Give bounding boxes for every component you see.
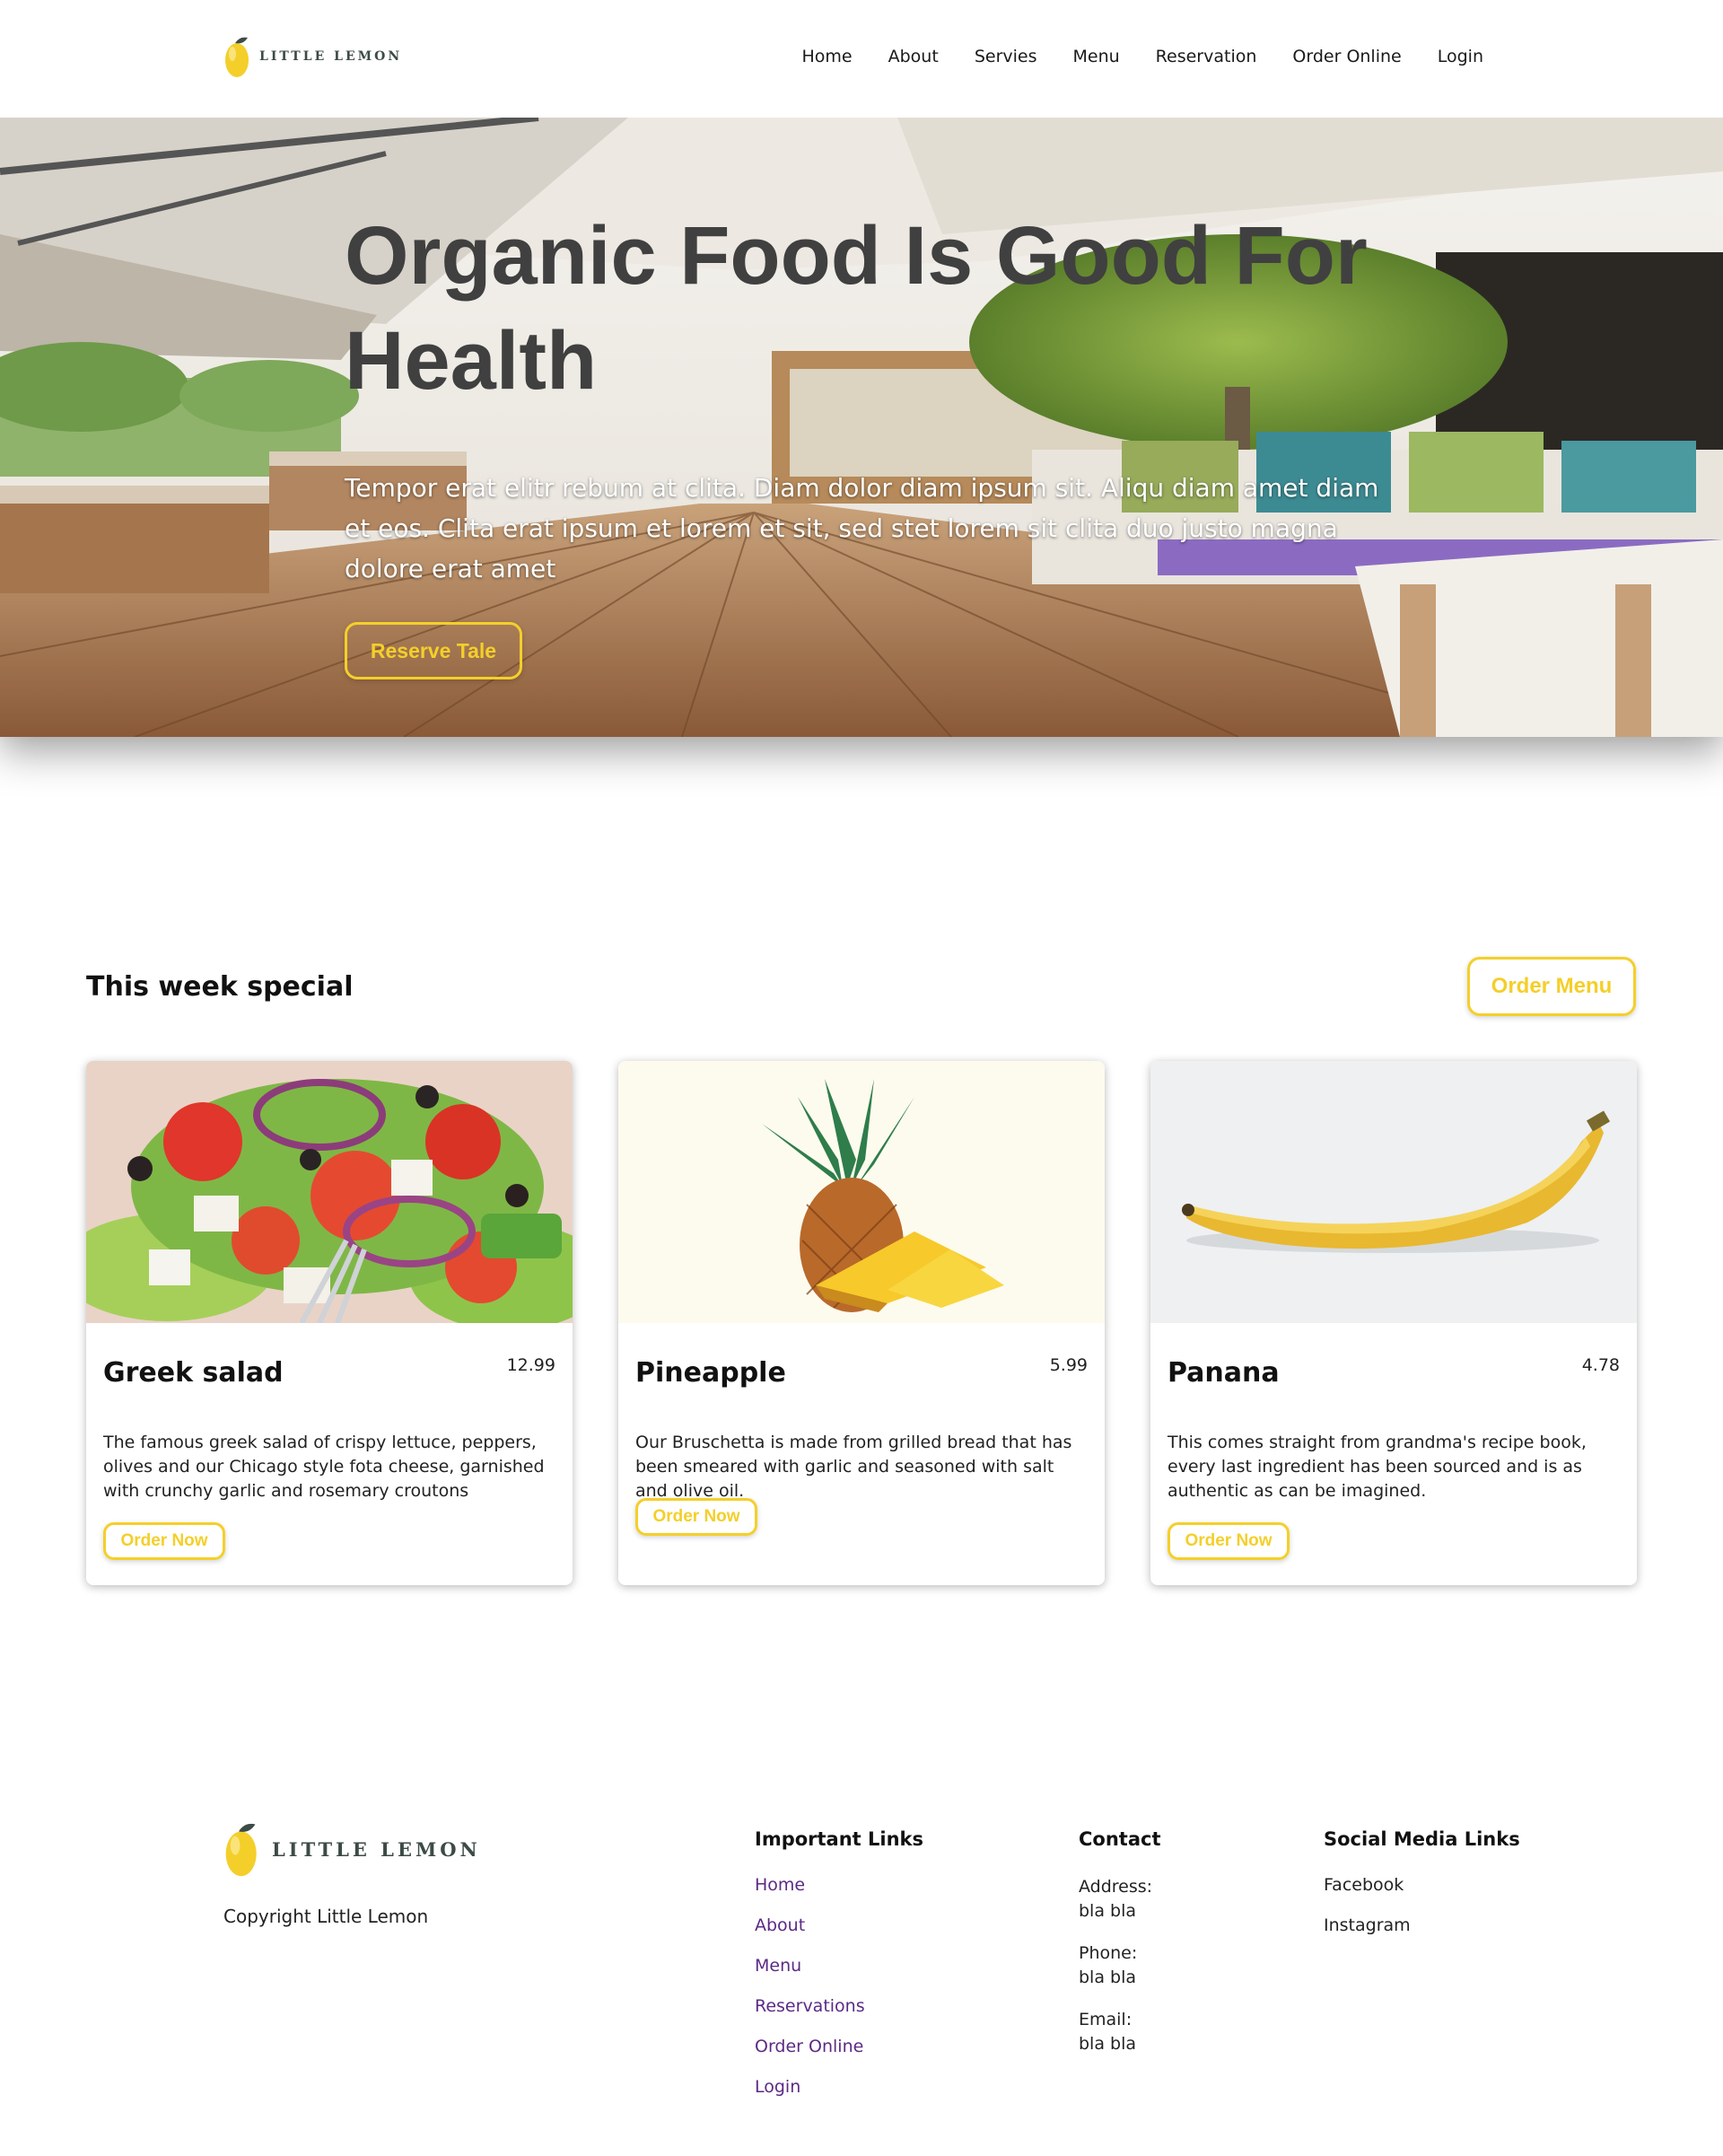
contact-address: Address: bla bla bbox=[1079, 1875, 1161, 1924]
copyright-text: Copyright Little Lemon bbox=[223, 1906, 429, 1927]
order-now-button[interactable]: Order Now bbox=[635, 1498, 757, 1536]
top-navbar: LITTLE LEMON Home About Servies Menu Res… bbox=[0, 0, 1723, 118]
card-description: Our Bruschetta is made from grilled brea… bbox=[635, 1433, 1072, 1501]
footer-link-about[interactable]: About bbox=[755, 1915, 923, 1935]
card-title: Pineapple bbox=[635, 1357, 786, 1389]
lemon-logo-icon bbox=[225, 37, 249, 77]
pineapple-image bbox=[618, 1061, 1105, 1323]
hero-title: Organic Food Is Good For Health bbox=[345, 210, 1368, 407]
card-price: 5.99 bbox=[1049, 1355, 1088, 1375]
special-card-banana: Panana 4.78 This comes straight from gra… bbox=[1150, 1061, 1637, 1585]
section-title: This week special bbox=[86, 971, 354, 1003]
main-menu: Home About Servies Menu Reservation Orde… bbox=[766, 47, 1483, 66]
footer-link-login[interactable]: Login bbox=[755, 2077, 923, 2097]
email-value: bla bla bbox=[1079, 2034, 1137, 2054]
address-value: bla bla bbox=[1079, 1901, 1137, 1921]
card-description: The famous greek salad of crispy lettuce… bbox=[103, 1433, 545, 1501]
important-links-column: Important Links Home About Menu Reservat… bbox=[755, 1828, 923, 2117]
order-now-button[interactable]: Order Now bbox=[103, 1522, 225, 1560]
footer-link-order-online[interactable]: Order Online bbox=[755, 2037, 923, 2056]
order-menu-button[interactable]: Order Menu bbox=[1467, 957, 1636, 1016]
brand-logo[interactable]: LITTLE LEMON bbox=[223, 34, 402, 79]
nav-about[interactable]: About bbox=[888, 47, 939, 66]
email-label: Email: bbox=[1079, 2010, 1133, 2029]
hero-description: Tempor erat elitr rebum at clita. Diam d… bbox=[345, 473, 1379, 583]
footer-link-home[interactable]: Home bbox=[755, 1875, 923, 1895]
special-card-pineapple: Pineapple 5.99 Our Bruschetta is made fr… bbox=[618, 1061, 1105, 1585]
lemon-logo-icon bbox=[225, 1823, 257, 1877]
footer-link-reservations[interactable]: Reservations bbox=[755, 1996, 923, 2016]
contact-email: Email: bla bla bbox=[1079, 2008, 1161, 2056]
card-price: 4.78 bbox=[1581, 1355, 1620, 1375]
reserve-table-button[interactable]: Reserve Tale bbox=[345, 622, 522, 679]
nav-services[interactable]: Servies bbox=[975, 47, 1037, 66]
special-card-greek-salad: Greek salad 12.99 The famous greek salad… bbox=[86, 1061, 573, 1585]
nav-menu[interactable]: Menu bbox=[1073, 47, 1120, 66]
banana-image bbox=[1150, 1061, 1637, 1323]
footer-link-facebook[interactable]: Facebook bbox=[1324, 1875, 1520, 1895]
phone-value: bla bla bbox=[1079, 1968, 1137, 1987]
order-now-button[interactable]: Order Now bbox=[1168, 1522, 1290, 1560]
footer-link-instagram[interactable]: Instagram bbox=[1324, 1915, 1520, 1935]
important-links-title: Important Links bbox=[755, 1828, 924, 1850]
nav-reservation[interactable]: Reservation bbox=[1156, 47, 1257, 66]
social-links-title: Social Media Links bbox=[1324, 1828, 1520, 1850]
address-label: Address: bbox=[1079, 1877, 1153, 1897]
brand-name: LITTLE LEMON bbox=[259, 49, 403, 64]
nav-order-online[interactable]: Order Online bbox=[1292, 47, 1401, 66]
contact-column: Contact Address: bla bla Phone: bla bla … bbox=[1079, 1828, 1161, 2074]
hero-banner: Organic Food Is Good For Health Tempor e… bbox=[0, 118, 1723, 737]
nav-login[interactable]: Login bbox=[1438, 47, 1483, 66]
contact-phone: Phone: bla bla bbox=[1079, 1941, 1161, 1990]
footer-brand-name: LITTLE LEMON bbox=[272, 1837, 481, 1861]
card-title: Greek salad bbox=[103, 1357, 284, 1389]
card-price: 12.99 bbox=[506, 1355, 555, 1375]
card-description: This comes straight from grandma's recip… bbox=[1168, 1433, 1587, 1501]
nav-home[interactable]: Home bbox=[802, 47, 853, 66]
greek-salad-image bbox=[86, 1061, 573, 1323]
card-title: Panana bbox=[1168, 1357, 1280, 1389]
footer-logo[interactable]: LITTLE LEMON bbox=[223, 1817, 481, 1881]
footer-link-menu[interactable]: Menu bbox=[755, 1956, 923, 1976]
social-links-column: Social Media Links Facebook Instagram bbox=[1324, 1828, 1520, 1956]
contact-title: Contact bbox=[1079, 1828, 1161, 1850]
phone-label: Phone: bbox=[1079, 1943, 1138, 1963]
